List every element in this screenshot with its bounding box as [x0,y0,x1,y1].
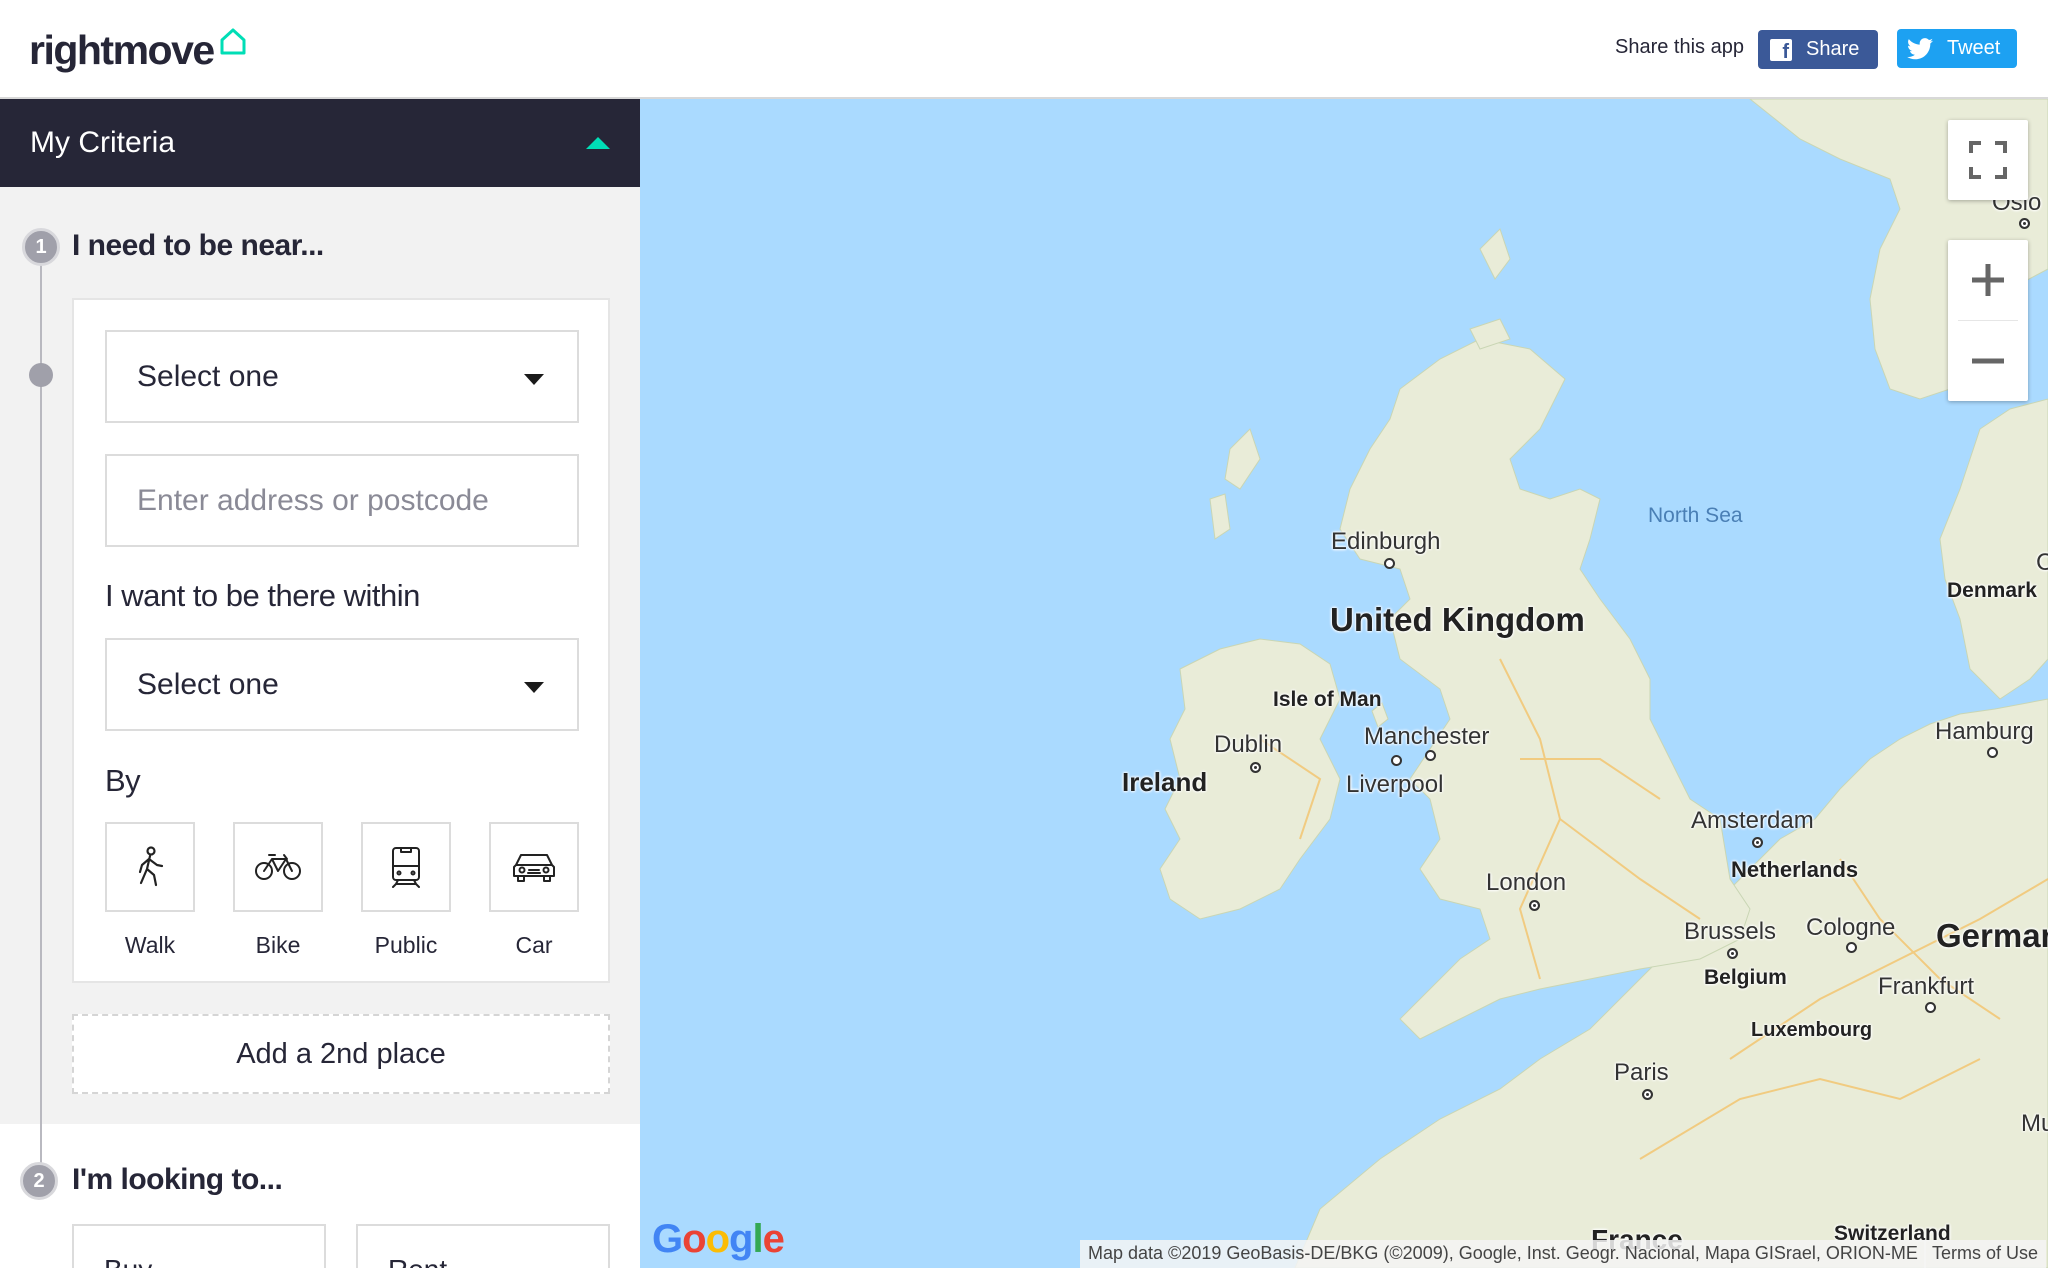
share-app-label: Share this app [1615,36,1744,58]
zoom-controls [1948,240,2028,401]
tweet-button-label: Tweet [1947,37,2001,59]
place-marker-dot [29,363,53,387]
map-label-edinburgh: Edinburgh [1331,528,1441,555]
address-input[interactable]: Enter address or postcode [105,454,579,547]
map-label-united-kingdom: United Kingdom [1330,601,1585,638]
add-second-place-button[interactable]: Add a 2nd place [72,1014,610,1094]
map-label-denmark: Denmark [1947,579,2037,602]
google-logo: Google [652,1217,785,1261]
edinburgh-marker [1384,558,1395,569]
hamburg-marker [1987,747,1998,758]
my-criteria-toggle[interactable]: My Criteria [0,99,640,187]
plus-icon [1972,264,2004,296]
map-label-isle-of-man: Isle of Man [1273,688,1382,711]
zoom-out-button[interactable] [1948,321,2028,401]
dropdown-arrow-icon [524,374,544,385]
dublin-marker [1250,762,1261,773]
house-icon [220,28,246,55]
bike-icon [255,854,301,880]
map-label-amsterdam: Amsterdam [1691,807,1814,834]
train-icon [392,847,420,888]
map-label-germany: German [1936,917,2048,954]
logo-text: rightmove [29,27,215,73]
london-marker [1529,900,1540,911]
buy-option-button[interactable]: Buy [72,1224,326,1268]
liverpool-marker [1391,755,1402,766]
amsterdam-marker [1752,837,1763,848]
walk-mode-button[interactable] [105,822,195,912]
zoom-in-button[interactable] [1948,240,2028,320]
map-label-paris: Paris [1614,1059,1669,1086]
criteria-sidebar: My Criteria 1 I need to be near... Selec… [0,99,640,1268]
map-label-brussels: Brussels [1684,918,1777,945]
place-criteria-card: Select one Enter address or postcode I w… [72,298,610,983]
map-label-dublin: Dublin [1214,731,1283,758]
rent-option-button[interactable]: Rent [356,1224,610,1268]
brussels-marker [1727,948,1738,959]
step-2-badge: 2 [20,1162,58,1200]
manchester-marker [1425,750,1436,761]
public-transport-mode-button[interactable] [361,822,451,912]
twitter-icon [1907,37,1933,59]
map-label-mu: Mu [2021,1110,2048,1137]
fullscreen-icon [1969,141,2007,179]
bike-label: Bike [255,932,301,958]
facebook-icon: f [1770,38,1792,61]
travel-time-select-value: Select one [137,667,279,701]
travel-time-select[interactable]: Select one [105,638,579,731]
map-label-frankfurt: Frankfurt [1878,973,1975,1000]
rightmove-logo[interactable]: rightmove [29,24,248,76]
map-label-luxembourg: Luxembourg [1751,1019,1873,1041]
minus-icon [1972,358,2004,364]
step-1-title: I need to be near... [72,229,324,262]
public-label: Public [374,932,438,958]
by-label: By [105,763,141,798]
fullscreen-button[interactable] [1948,120,2028,200]
dropdown-arrow-icon [524,682,544,693]
map-view[interactable]: Oslo North Sea Denmark C Edinburgh Unite… [640,99,2048,1268]
caret-up-icon [586,137,610,149]
map-label-london: London [1486,869,1567,896]
map-landmass [1159,99,2048,1268]
car-mode-button[interactable] [489,822,579,912]
share-button-label: Share [1806,38,1860,60]
map-label-hamburg: Hamburg [1935,718,2034,745]
step-1-badge: 1 [22,228,60,266]
map-label-north-sea: North Sea [1648,504,1743,527]
map-label-belgium: Belgium [1704,966,1787,989]
bike-mode-button[interactable] [233,822,323,912]
car-label: Car [515,932,553,958]
within-label: I want to be there within [105,578,420,613]
map-label-netherlands: Netherlands [1731,857,1859,882]
map-label-cologne: Cologne [1806,914,1896,941]
cologne-marker [1846,942,1857,953]
address-placeholder: Enter address or postcode [137,483,489,517]
steps-timeline [40,247,42,1268]
app-header: rightmove Share this app f Share Tweet [0,0,2048,99]
terms-of-use-link[interactable]: Terms of Use [1924,1240,2047,1268]
criteria-title: My Criteria [30,126,176,159]
oslo-marker [2019,218,2030,229]
car-icon [513,854,555,882]
map-label-manchester: Manchester [1364,723,1490,750]
map-label-c: C [2036,549,2048,576]
place-type-select-value: Select one [137,359,279,393]
tweet-button[interactable]: Tweet [1897,29,2017,68]
map-label-liverpool: Liverpool [1346,771,1444,798]
place-type-select[interactable]: Select one [105,330,579,423]
map-attribution: Map data ©2019 GeoBasis-DE/BKG (©2009), … [1080,1240,1926,1268]
walk-icon [138,846,164,887]
paris-marker [1642,1089,1653,1100]
frankfurt-marker [1925,1002,1936,1013]
map-label-ireland: Ireland [1122,767,1208,797]
facebook-share-button[interactable]: f Share [1758,30,1878,69]
walk-label: Walk [124,932,176,958]
step-2-title: I'm looking to... [72,1163,283,1196]
